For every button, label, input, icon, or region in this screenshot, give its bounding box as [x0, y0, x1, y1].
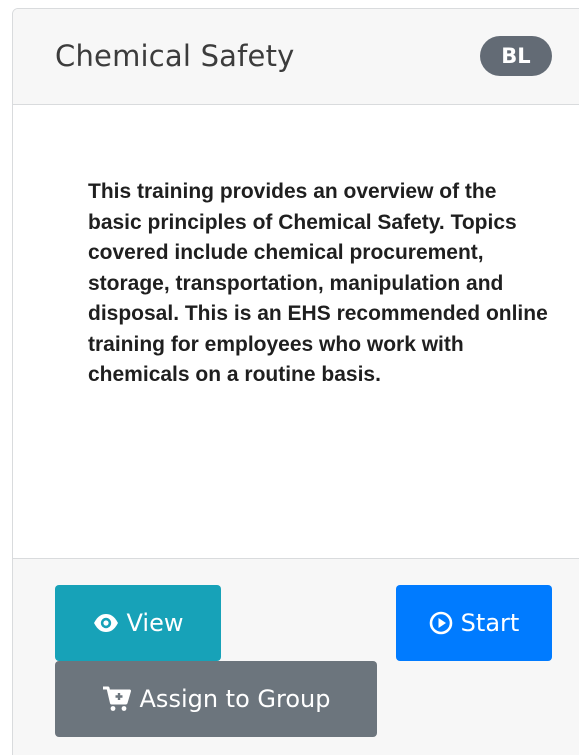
card-body: This training provides an overview of th…: [13, 105, 579, 559]
eye-icon: [93, 613, 119, 633]
card-title: Chemical Safety: [55, 39, 295, 73]
training-card: Chemical Safety BL This training provide…: [12, 8, 579, 755]
cart-plus-icon: [102, 686, 132, 712]
card-header: Chemical Safety BL: [13, 9, 579, 105]
start-button-label: Start: [460, 609, 520, 637]
start-button[interactable]: Start: [396, 585, 552, 661]
view-button-label: View: [126, 609, 184, 637]
assign-to-group-button[interactable]: Assign to Group: [55, 661, 377, 737]
card-footer: View Start Assign to Group: [13, 559, 579, 755]
level-badge: BL: [480, 36, 552, 76]
play-circle-icon: [429, 611, 453, 635]
assign-to-group-button-label: Assign to Group: [139, 685, 331, 713]
training-description: This training provides an overview of th…: [88, 180, 548, 386]
view-button[interactable]: View: [55, 585, 221, 661]
